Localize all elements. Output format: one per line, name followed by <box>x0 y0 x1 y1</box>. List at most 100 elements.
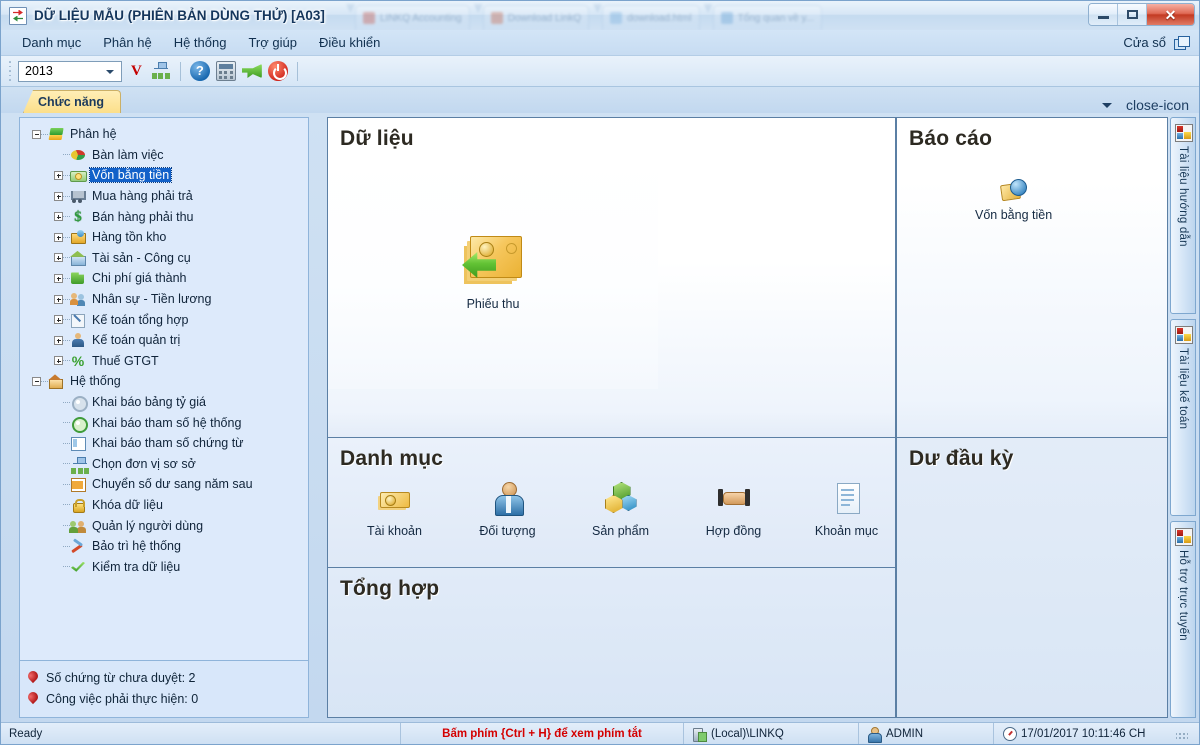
resize-grip[interactable] <box>1176 728 1188 740</box>
menu-item-phan-he[interactable]: Phân hệ <box>92 32 162 53</box>
chevron-down-icon[interactable] <box>1102 103 1112 108</box>
expand-plus-icon[interactable] <box>54 212 63 221</box>
status-row-tasks[interactable]: Công việc phải thực hiện: 0 <box>28 688 300 709</box>
menu-item-tro-giup[interactable]: Trợ giúp <box>237 32 308 53</box>
toolbar-drag-handle[interactable] <box>7 61 12 81</box>
menu-item-cua-so[interactable]: Cửa sổ <box>1121 32 1168 53</box>
expand-plus-icon[interactable] <box>54 192 63 201</box>
module-tree[interactable]: Phân hệBàn làm việc Vốn bằng tiền Mua hàng… <box>19 117 309 661</box>
tree-indent <box>24 216 54 217</box>
minimize-icon <box>1098 16 1109 19</box>
expand-plus-icon[interactable] <box>54 274 63 283</box>
tree-node-3[interactable]: Mua hàng phải trả <box>24 186 304 207</box>
tree-node-2[interactable]: Vốn bằng tiền <box>24 165 304 186</box>
money-icon <box>70 167 86 183</box>
tree-node-1[interactable]: Bàn làm việc <box>24 145 304 166</box>
org-unit-icon[interactable] <box>151 61 171 81</box>
tree-leaf-spacer <box>54 562 63 571</box>
expand-plus-icon[interactable] <box>54 336 63 345</box>
tree-node-9[interactable]: Kế toán tổng hợp <box>24 309 304 330</box>
expand-plus-icon[interactable] <box>54 356 63 365</box>
status-user-label: ADMIN <box>886 728 923 740</box>
tree-node-8[interactable]: Nhân sự - Tiền lương <box>24 289 304 310</box>
tree-node-21[interactable]: Kiểm tra dữ liệu <box>24 556 304 577</box>
item-doi-tuong[interactable]: Đối tượng <box>459 477 556 538</box>
background-tab[interactable]: download.html <box>602 5 699 30</box>
tree-node-15[interactable]: Khai báo tham số chứng từ <box>24 433 304 454</box>
tree-node-13[interactable]: Khai báo bảng tỷ giá <box>24 392 304 413</box>
tree-connector <box>63 443 70 444</box>
menu-item-danh-muc[interactable]: Danh mục <box>11 32 92 53</box>
tree-indent <box>24 525 54 526</box>
tree-leaf-spacer <box>54 521 63 530</box>
tree-connector <box>63 299 70 300</box>
tree-node-10[interactable]: Kế toán quản trị <box>24 330 304 351</box>
fiscal-year-value: 2013 <box>25 64 53 78</box>
expand-plus-icon[interactable] <box>54 233 63 242</box>
tree-connector <box>41 381 48 382</box>
tree-node-label: Bán hàng phải thu <box>90 210 195 224</box>
dock-tab-tai-lieu-ke-toan[interactable]: Tài liệu kế toán <box>1170 319 1196 516</box>
tree-node-20[interactable]: Bảo trì hệ thống <box>24 536 304 557</box>
person-icon <box>70 332 86 348</box>
tree-node-12[interactable]: Hệ thống <box>24 371 304 392</box>
tree-node-4[interactable]: $Bán hàng phải thu <box>24 206 304 227</box>
dock-tab-ho-tro-truc-tuyen[interactable]: Hỗ trợ trực tuyến <box>1170 521 1196 718</box>
collapse-minus-icon[interactable] <box>32 377 41 386</box>
tree-connector <box>63 196 70 197</box>
workspace: Phân hệBàn làm việc Vốn bằng tiền Mua hàng… <box>1 113 1199 722</box>
background-tab[interactable]: LINKQ Accounting <box>355 5 470 30</box>
tree-node-label: Khóa dữ liệu <box>90 498 165 512</box>
power-exit-icon[interactable] <box>268 61 288 81</box>
tree-node-14[interactable]: Khai báo tham số hệ thống <box>24 412 304 433</box>
item-von-bang-tien-report[interactable]: Vốn bằng tiền <box>975 178 1052 222</box>
status-row-unapproved[interactable]: Số chứng từ chưa duyệt: 2 <box>28 667 300 688</box>
item-san-pham[interactable]: Sản phẩm <box>572 477 669 538</box>
tree-node-label: Hàng tồn kho <box>90 230 168 244</box>
background-tab[interactable]: Tổng quan về y... <box>713 5 823 30</box>
help-icon[interactable]: ? <box>190 61 210 81</box>
item-tai-khoan[interactable]: Tài khoản <box>346 477 443 538</box>
tree-node-5[interactable]: Hàng tồn kho <box>24 227 304 248</box>
tree-leaf-spacer <box>54 542 63 551</box>
language-button[interactable]: V <box>128 63 145 80</box>
side-dock: Tài liệu hướng dẫn Tài liệu kế toán Hỗ t… <box>1170 117 1196 718</box>
close-icon[interactable]: close-icon <box>1126 100 1189 110</box>
close-button[interactable]: ✕ <box>1147 4 1194 25</box>
item-khoan-muc[interactable]: Khoản mục <box>798 477 895 538</box>
item-hop-dong[interactable]: Hợp đồng <box>685 477 782 538</box>
tree-node-7[interactable]: Chi phí giá thành <box>24 268 304 289</box>
tree-connector <box>41 134 48 135</box>
calculator-icon[interactable] <box>216 61 236 81</box>
expand-plus-icon[interactable] <box>54 295 63 304</box>
expand-plus-icon[interactable] <box>54 253 63 262</box>
tree-node-18[interactable]: Khóa dữ liệu <box>24 495 304 516</box>
tree-node-11[interactable]: %Thuế GTGT <box>24 351 304 372</box>
tree-node-0[interactable]: Phân hệ <box>24 124 304 145</box>
tree-leaf-spacer <box>54 459 63 468</box>
fiscal-year-select[interactable]: 2013 <box>18 61 122 82</box>
item-label-von-bang-tien: Vốn bằng tiền <box>975 208 1052 222</box>
menu-item-he-thong[interactable]: Hệ thống <box>163 32 238 53</box>
expand-plus-icon[interactable] <box>54 171 63 180</box>
background-tab[interactable]: Download LinkQ <box>483 5 589 30</box>
lock-icon <box>70 497 86 513</box>
minimize-button[interactable] <box>1089 4 1118 25</box>
chevron-down-icon <box>704 4 713 13</box>
tab-chuc-nang[interactable]: Chức năng <box>23 90 121 113</box>
expand-plus-icon[interactable] <box>54 315 63 324</box>
tree-status-footer: Số chứng từ chưa duyệt: 2 Công việc phải… <box>19 661 309 718</box>
tree-node-16[interactable]: Chọn đơn vị sơ sở <box>24 454 304 475</box>
refresh-arrow-icon[interactable] <box>242 61 262 81</box>
collapse-minus-icon[interactable] <box>32 130 41 139</box>
tree-node-19[interactable]: Quản lý người dùng <box>24 515 304 536</box>
tree-connector <box>63 319 70 320</box>
maximize-button[interactable] <box>1118 4 1147 25</box>
tree-node-6[interactable]: Tài sản - Công cụ <box>24 248 304 269</box>
item-phieu-thu[interactable]: Phiếu thu <box>462 234 524 311</box>
tree-node-label: Vốn bằng tiền <box>90 168 171 182</box>
tree-node-17[interactable]: Chuyển số dư sang năm sau <box>24 474 304 495</box>
dock-tab-tai-lieu-huong-dan[interactable]: Tài liệu hướng dẫn <box>1170 117 1196 314</box>
menu-item-dieu-khien[interactable]: Điều khiển <box>308 32 391 53</box>
window-menu-group[interactable]: Cửa sổ <box>1121 32 1199 53</box>
